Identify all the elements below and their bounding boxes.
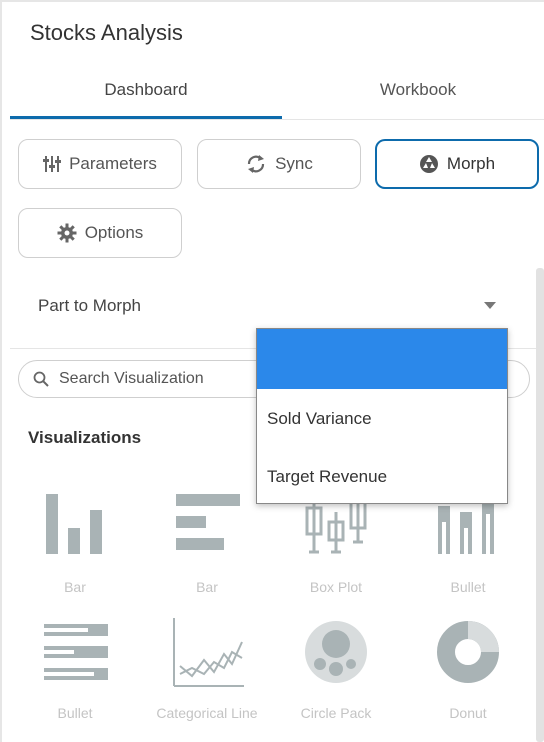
bullet-horizontal-icon[interactable] — [44, 622, 108, 691]
visualizations-heading: Visualizations — [28, 428, 142, 447]
panel-left-border — [0, 0, 2, 742]
sync-icon — [245, 154, 267, 174]
part-to-morph-select[interactable]: Part to Morph — [38, 296, 141, 316]
viz-label-bar-horizontal: Bar — [196, 579, 218, 595]
circle-pack-icon[interactable] — [304, 620, 368, 689]
viz-label-bullet: Bullet — [450, 579, 486, 595]
search-placeholder: Search Visualization — [59, 370, 204, 387]
viz-label-donut: Donut — [449, 705, 487, 721]
dropdown-option-target-revenue[interactable]: Target Revenue — [267, 467, 387, 487]
categorical-line-icon[interactable] — [172, 618, 244, 693]
options-label: Options — [84, 223, 144, 242]
tab-dashboard[interactable]: Dashboard — [10, 80, 282, 100]
panel-top-border — [0, 0, 544, 2]
dropdown-option-sold-variance[interactable]: Sold Variance — [267, 409, 372, 429]
parameters-button[interactable]: Parameters — [18, 139, 182, 189]
part-to-morph-dropdown[interactable]: Sold Variance Target Revenue — [256, 328, 508, 504]
page-title: Stocks Analysis — [30, 20, 183, 45]
search-icon — [33, 371, 49, 387]
sync-label: Sync — [275, 154, 313, 173]
scrollbar[interactable] — [536, 268, 544, 742]
parameters-label: Parameters — [69, 154, 157, 173]
gear-icon — [57, 223, 77, 243]
sliders-icon — [43, 155, 62, 173]
donut-icon[interactable] — [436, 620, 500, 689]
options-button[interactable]: Options — [18, 208, 182, 258]
viz-label-box-plot: Box Plot — [309, 579, 363, 595]
morph-button[interactable]: Morph — [375, 139, 539, 189]
morph-label: Morph — [446, 154, 496, 173]
bar-chart-horizontal-icon[interactable] — [176, 492, 240, 561]
tab-workbook[interactable]: Workbook — [282, 80, 544, 100]
viz-label-circle-pack: Circle Pack — [300, 705, 372, 721]
recycle-icon — [419, 154, 439, 174]
sync-button[interactable]: Sync — [197, 139, 361, 189]
viz-label-bar: Bar — [64, 579, 86, 595]
dropdown-option-selected[interactable] — [257, 329, 507, 389]
viz-label-bullet-horizontal: Bullet — [57, 705, 93, 721]
chevron-down-icon[interactable] — [484, 302, 496, 309]
bar-chart-vertical-icon[interactable] — [44, 492, 108, 561]
tab-divider — [10, 119, 544, 120]
viz-label-categorical-line: Categorical Line — [156, 705, 258, 721]
